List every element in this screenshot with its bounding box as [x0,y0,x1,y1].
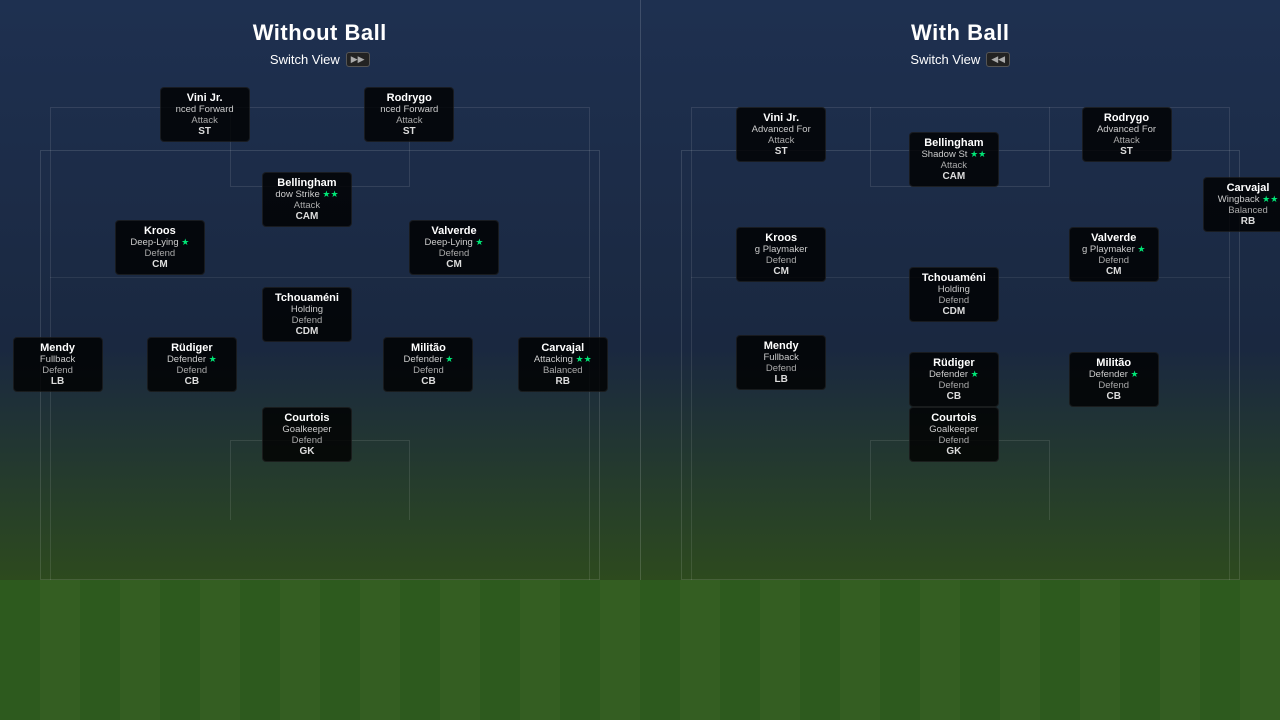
with-ball-panel: With Ball Switch View ◀◀ Vini Jr. Advanc… [641,0,1280,580]
player-bellingham-left: Bellingham dow Strike ★★ Attack CAM [262,172,352,227]
player-rodrygo-left: Rodrygo nced Forward Attack ST [364,87,454,142]
without-ball-title: Without Ball [253,20,387,46]
main-content: Without Ball Switch View ▶▶ Vini Jr. nce… [0,0,1280,580]
player-tchouameni-right: Tchouaméni Holding Defend CDM [909,267,999,322]
player-rudiger-right: Rüdiger Defender ★ Defend CB [909,352,999,407]
player-courtois-left: Courtois Goalkeeper Defend GK [262,407,352,462]
player-carvajal-left: Carvajal Attacking ★★ Balanced RB [518,337,608,392]
player-vini-left: Vini Jr. nced Forward Attack ST [160,87,250,142]
player-tchouameni-left: Tchouaméni Holding Defend CDM [262,287,352,342]
player-kroos-right: Kroos g Playmaker Defend CM [736,227,826,282]
player-valverde-left: Valverde Deep-Lying ★ Defend CM [409,220,499,275]
switch-view-right-badge: ◀◀ [986,52,1010,67]
with-ball-title: With Ball [911,20,1009,46]
player-vini-right: Vini Jr. Advanced For Attack ST [736,107,826,162]
switch-view-left[interactable]: Switch View ▶▶ [270,52,370,67]
player-courtois-right: Courtois Goalkeeper Defend GK [909,407,999,462]
formation-left: Vini Jr. nced Forward Attack ST Rodrygo … [0,77,640,580]
switch-view-right[interactable]: Switch View ◀◀ [910,52,1010,67]
player-kroos-left: Kroos Deep-Lying ★ Defend CM [115,220,205,275]
without-ball-panel: Without Ball Switch View ▶▶ Vini Jr. nce… [0,0,641,580]
player-mendy-right: Mendy Fullback Defend LB [736,335,826,390]
player-rudiger-left: Rüdiger Defender ★ Defend CB [147,337,237,392]
player-bellingham-right: Bellingham Shadow St ★★ Attack CAM [909,132,999,187]
player-militao-right: Militão Defender ★ Defend CB [1069,352,1159,407]
switch-icon-right: ◀◀ [991,54,1005,65]
player-mendy-left: Mendy Fullback Defend LB [13,337,103,392]
switch-view-left-badge: ▶▶ [346,52,370,67]
player-carvajal-right: Carvajal Wingback ★★ Balanced RB [1203,177,1280,232]
switch-view-right-label: Switch View [910,52,980,67]
formation-right: Vini Jr. Advanced For Attack ST Bellingh… [641,77,1280,580]
bottom-grass [0,580,1280,720]
player-valverde-right: Valverde g Playmaker ★ Defend CM [1069,227,1159,282]
switch-view-left-label: Switch View [270,52,340,67]
player-militao-left: Militão Defender ★ Defend CB [383,337,473,392]
switch-icon-left: ▶▶ [351,54,365,65]
player-rodrygo-right: Rodrygo Advanced For Attack ST [1082,107,1172,162]
